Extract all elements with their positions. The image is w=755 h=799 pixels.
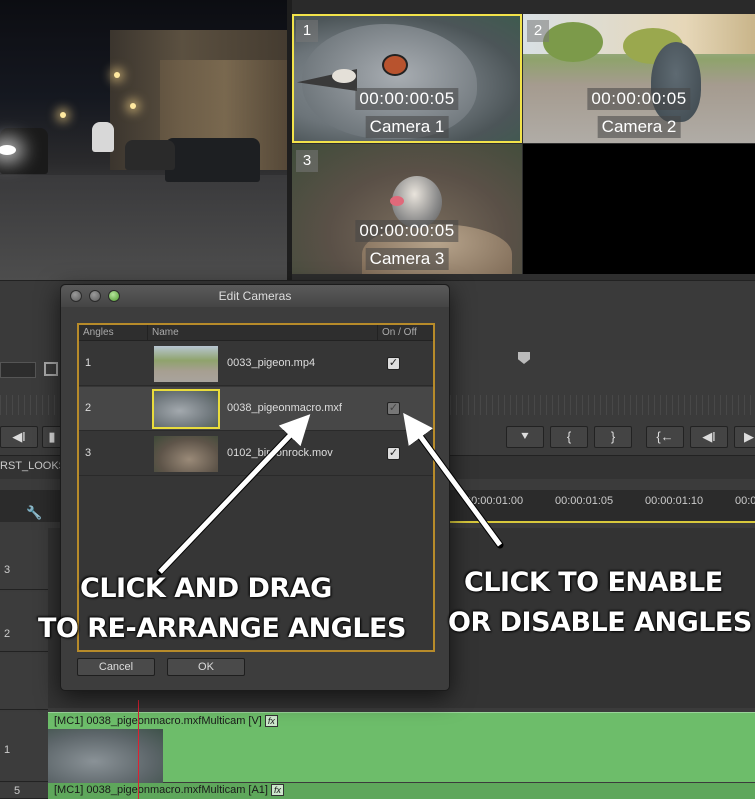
minimize-window-button[interactable] [89,290,101,302]
premiere-workspace: 1 00:00:00:05 Camera 1 2 00:00:00:05 Cam… [0,0,755,799]
column-header-on-off: On / Off [377,325,417,341]
mark-in-button[interactable]: { [550,426,588,448]
clip-thumbnail [48,729,163,783]
annotation-enable-line2: OR DISABLE ANGLES [448,607,752,638]
zoom-window-button[interactable] [108,290,120,302]
angle-number: 2 [85,402,92,414]
clip-label: [MC1] 0038_pigeonmacro.mxfMulticam [A1] [54,784,268,796]
street-lamp [114,72,120,78]
annotation-enable-line1: CLICK TO ENABLE [464,567,723,598]
bird-beak [390,196,404,206]
angle-enabled-checkbox[interactable]: ✓ [387,447,400,460]
street-car [125,140,175,170]
fx-badge[interactable]: fx [264,715,278,727]
source-monitor[interactable] [0,0,287,280]
column-header-angles: Angles [83,327,114,338]
clip-label: [MC1] 0038_pigeonmacro.mxfMulticam [V] [54,715,262,727]
annotation-drag-line2: TO RE-ARRANGE ANGLES [38,613,406,644]
work-area-bar[interactable] [440,521,755,523]
camera-angle-empty [523,144,755,274]
go-to-in-button[interactable]: {← [646,426,684,448]
camera-number: 2 [527,20,549,42]
monitor-top-bar [292,0,755,14]
wrench-icon[interactable]: 🔧 [26,505,42,520]
pigeon-eye [382,54,408,76]
street-van [92,122,114,152]
angle-thumbnail [154,436,218,472]
close-window-button[interactable] [70,290,82,302]
camera-timecode: 00:00:00:05 [355,220,459,242]
zoom-select[interactable] [0,362,36,378]
angle-row[interactable]: 2 0038_pigeonmacro.mxf ✓ [79,387,433,431]
playhead-line[interactable] [138,700,139,799]
track-header-v3[interactable]: 3 [0,530,48,590]
camera-angle-3[interactable]: 3 00:00:00:05 Camera 3 [292,144,522,274]
street-road [0,175,287,280]
ruler-timecode: 00:00:01:10 [645,495,704,507]
program-monitor[interactable]: 1 00:00:00:05 Camera 1 2 00:00:00:05 Cam… [292,0,755,280]
street-car [165,138,260,182]
pigeon-body [651,42,701,122]
pigeon-cere [332,69,356,83]
camera-number: 3 [296,150,318,172]
camera-timecode: 00:00:00:05 [355,88,459,110]
play-button[interactable]: ▶ [734,426,755,448]
track-header-v1[interactable]: 1 [0,712,48,782]
column-header-name: Name [147,325,179,341]
step-back-frame-button[interactable]: ◀I [690,426,728,448]
angle-row[interactable]: 1 0033_pigeon.mp4 ✓ [79,342,433,386]
angle-enabled-checkbox[interactable]: ✓ [387,357,400,370]
angle-thumbnail [152,389,220,429]
street-lamp [130,103,136,109]
add-marker-button[interactable]: ⯆ [506,426,544,448]
step-back-button[interactable]: ◀I [0,426,38,448]
annotation-drag-line1: CLICK AND DRAG [80,573,332,604]
angle-number: 1 [85,357,92,369]
angle-enabled-checkbox[interactable]: ✓ [387,402,400,415]
track-number: 3 [4,564,11,576]
multicam-audio-clip[interactable]: [MC1] 0038_pigeonmacro.mxfMulticam [A1] f… [48,783,755,799]
stop-button[interactable]: ▮ [42,426,62,448]
angle-filename: 0102_birdonrock.mov [227,447,333,459]
cancel-button[interactable]: Cancel [77,658,155,676]
background-tree [543,22,603,62]
playhead-marker[interactable] [518,352,530,364]
track-header-empty[interactable] [0,654,48,710]
camera-name: Camera 1 [365,116,449,138]
ruler-timecode: 00:00 [735,495,755,507]
angle-thumbnail [154,346,218,382]
camera-angle-1[interactable]: 1 00:00:00:05 Camera 1 [292,14,522,143]
street-lamp [60,112,66,118]
sequence-tab[interactable]: RST_LOOKS [0,460,66,472]
dialog-title: Edit Cameras [218,289,292,303]
track-number: 1 [4,744,11,756]
angle-filename: 0033_pigeon.mp4 [227,357,316,369]
fx-badge[interactable]: fx [270,784,284,796]
track-number: 2 [4,628,11,640]
track-header-a1[interactable]: 5 [0,783,48,799]
camera-name: Camera 2 [597,116,681,138]
camera-name: Camera 3 [365,248,449,270]
ruler-timecode: 00:00:01:00 [465,495,524,507]
multicam-video-clip[interactable]: [MC1] 0038_pigeonmacro.mxfMulticam [V] fx [48,712,755,783]
mark-out-button[interactable]: } [594,426,632,448]
film-icon[interactable] [44,362,58,376]
camera-angle-2[interactable]: 2 00:00:00:05 Camera 2 [523,14,755,143]
angle-filename: 0038_pigeonmacro.mxf [227,402,342,414]
angle-row[interactable]: 3 0102_birdonrock.mov ✓ [79,432,433,476]
angle-number: 3 [85,447,92,459]
camera-number: 1 [296,20,318,42]
track-number: 5 [14,785,21,797]
ok-button[interactable]: OK [167,658,245,676]
ruler-timecode: 00:00:01:05 [555,495,614,507]
camera-timecode: 00:00:00:05 [587,88,691,110]
